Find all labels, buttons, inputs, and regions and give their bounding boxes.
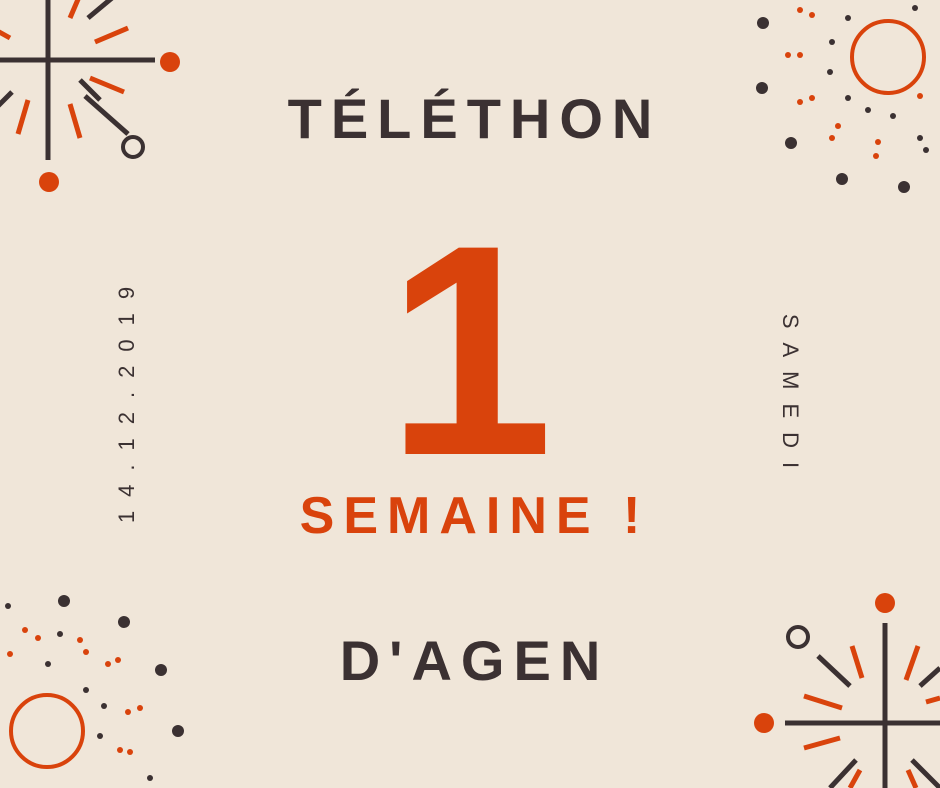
event-day: SAMEDI [778, 313, 803, 483]
event-location: D'AGEN [339, 629, 610, 692]
event-date: 14.12.2019 [114, 272, 139, 524]
event-title: TÉLÉTHON [287, 87, 662, 150]
poster: TÉLÉTHON 1 SEMAINE ! D'AGEN 14.12.2019 S… [0, 0, 940, 788]
countdown-unit: SEMAINE ! [299, 487, 650, 545]
